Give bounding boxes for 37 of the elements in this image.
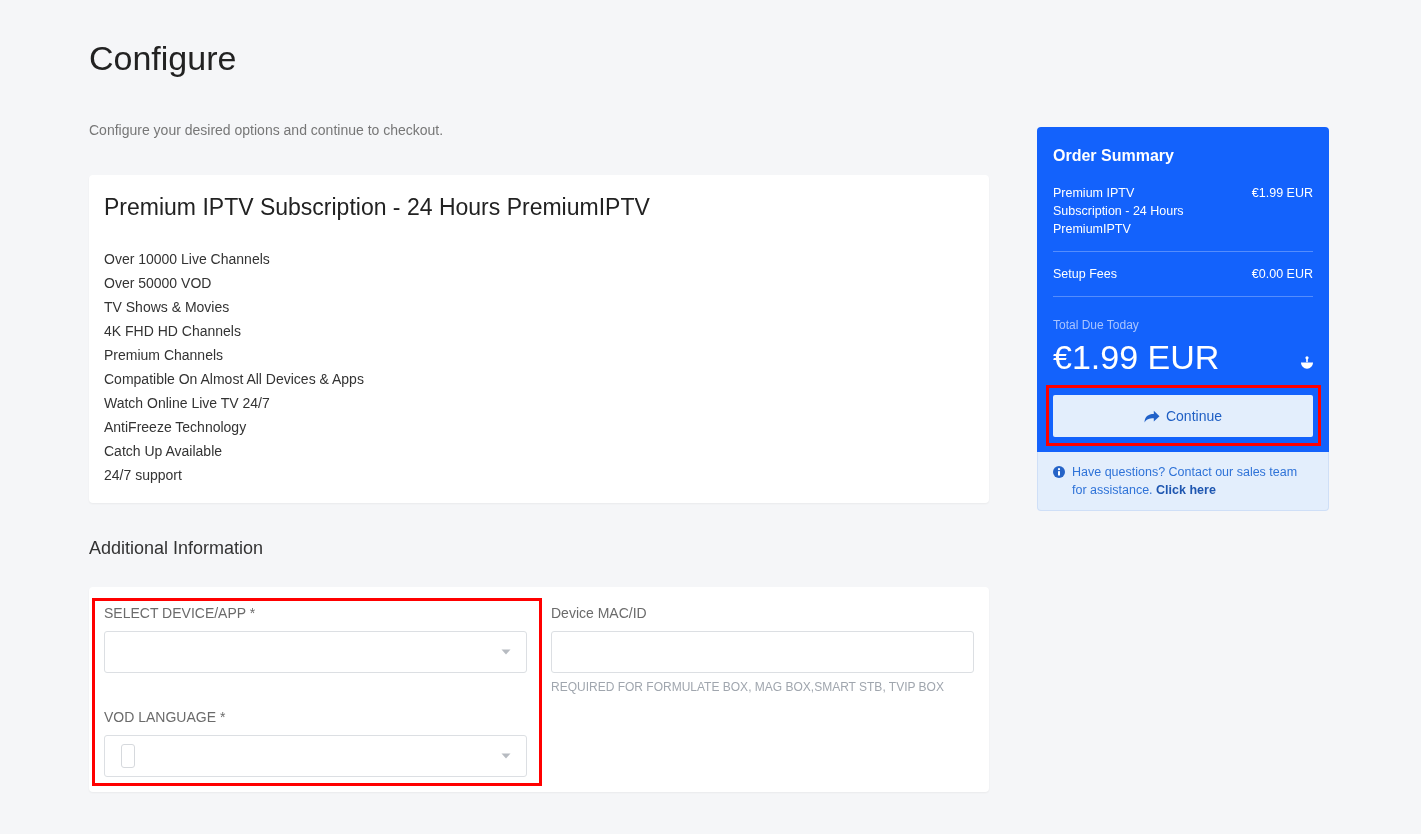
feature-item: Compatible On Almost All Devices & Apps bbox=[104, 370, 365, 389]
select-field[interactable] bbox=[104, 631, 527, 673]
select-field[interactable] bbox=[104, 735, 527, 777]
caret-icon bbox=[501, 753, 511, 759]
summary-label: Setup Fees bbox=[1053, 266, 1118, 283]
page-title: Configure bbox=[89, 38, 238, 79]
continue-button[interactable]: Continue bbox=[1053, 395, 1313, 437]
field-label: SELECT DEVICE/APP * bbox=[104, 604, 257, 623]
info-icon bbox=[1053, 466, 1065, 478]
page-subtitle: Configure your desired options and continue to checkout. bbox=[89, 121, 445, 140]
summary-title: Order Summary bbox=[1053, 146, 1175, 166]
flag-placeholder bbox=[121, 744, 135, 768]
click-here-link[interactable]: Click here bbox=[1156, 483, 1216, 497]
feature-item: TV Shows & Movies bbox=[104, 298, 231, 317]
summary-label: Premium IPTV Subscription - 24 Hours PremiumIPTV bbox=[1053, 185, 1185, 238]
feature-item: Over 10000 Live Channels bbox=[104, 250, 271, 269]
field-hint: REQUIRED FOR FORMULATE BOX, MAG BOX,SMART STB, TVIP BOX bbox=[551, 679, 945, 695]
section-heading: Additional Information bbox=[89, 537, 265, 560]
help-text: Have questions? Contact our sales team for assistance. Click here bbox=[1072, 464, 1299, 499]
summary-amount: €0.00 EUR bbox=[1251, 266, 1313, 283]
feature-item: AntiFreeze Technology bbox=[104, 418, 248, 437]
product-title: Premium IPTV Subscription - 24 Hours PremiumIPTV bbox=[104, 193, 651, 222]
feature-item: Catch Up Available bbox=[104, 442, 224, 461]
feature-item: 4K FHD HD Channels bbox=[104, 322, 242, 341]
field-label: VOD LANGUAGE * bbox=[104, 708, 227, 727]
feature-item: Watch Online Live TV 24/7 bbox=[104, 394, 271, 413]
total-amount: €1.99 EUR bbox=[1053, 337, 1220, 377]
total-label: Total Due Today bbox=[1053, 317, 1140, 333]
curved-arrow-icon bbox=[1143, 409, 1160, 423]
feature-item: Premium Channels bbox=[104, 346, 225, 365]
text-input-field[interactable] bbox=[551, 631, 974, 673]
feature-item: 24/7 support bbox=[104, 466, 183, 485]
field-label: Device MAC/ID bbox=[551, 604, 648, 623]
feature-item: Over 50000 VOD bbox=[104, 274, 213, 293]
bowl-icon bbox=[1301, 355, 1313, 369]
caret-icon bbox=[501, 649, 511, 655]
summary-amount: €1.99 EUR bbox=[1251, 185, 1313, 202]
